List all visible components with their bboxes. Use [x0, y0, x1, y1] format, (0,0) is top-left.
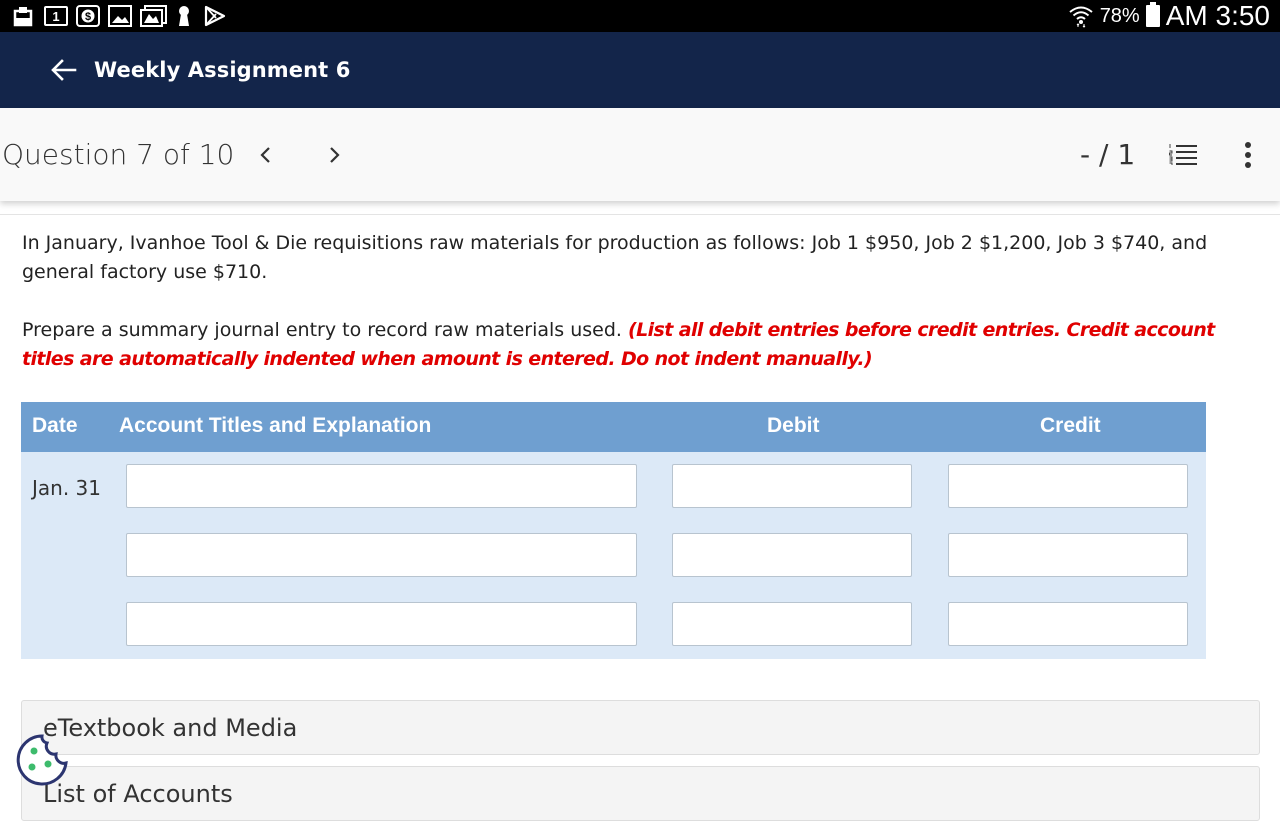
header-credit: Credit — [1040, 414, 1101, 437]
calendar-icon: 1 — [44, 6, 68, 26]
prompt-text: Prepare a summary journal entry to recor… — [22, 319, 629, 341]
play-store-icon — [202, 5, 228, 27]
dot-icon — [1245, 152, 1251, 158]
account-title-input-1[interactable] — [126, 464, 637, 508]
calendar-day: 1 — [52, 8, 60, 24]
more-options-button[interactable] — [1236, 138, 1260, 172]
chevron-right-icon — [330, 147, 340, 163]
etextbook-media-section[interactable]: eTextbook and Media — [21, 700, 1260, 755]
arrow-left-icon — [51, 59, 77, 81]
assignment-title: Weekly Assignment 6 — [94, 58, 351, 82]
dot-icon — [1245, 162, 1251, 168]
header-account: Account Titles and Explanation — [119, 414, 432, 437]
chevron-left-icon — [260, 147, 270, 163]
question-list-button[interactable] — [1166, 138, 1200, 172]
status-bar: 1 $ 78% AM 3:50 — [0, 0, 1280, 32]
credit-input-3[interactable] — [948, 602, 1188, 646]
keyhole-icon — [174, 6, 194, 26]
debit-input-3[interactable] — [672, 602, 912, 646]
cookie-settings-button[interactable] — [15, 733, 69, 787]
wifi-icon — [1068, 4, 1094, 28]
account-title-input-2[interactable] — [126, 533, 637, 577]
battery-icon — [1145, 2, 1160, 27]
clock-time: AM 3:50 — [1165, 0, 1270, 31]
header-debit: Debit — [767, 414, 820, 437]
entry-date: Jan. 31 — [32, 476, 101, 500]
header-date: Date — [32, 414, 78, 437]
next-question-button[interactable] — [318, 138, 352, 172]
question-text: In January, Ivanhoe Tool & Die requisiti… — [22, 232, 1208, 283]
app-bar: Weekly Assignment 6 — [0, 32, 1280, 108]
list-of-accounts-section[interactable]: List of Accounts — [21, 766, 1260, 821]
account-title-input-3[interactable] — [126, 602, 637, 646]
previous-question-button[interactable] — [248, 138, 282, 172]
clipboard-icon — [12, 6, 34, 27]
section-label: eTextbook and Media — [43, 714, 298, 742]
money-icon: $ — [76, 5, 100, 27]
question-score: - / 1 — [1080, 138, 1136, 171]
svg-text:$: $ — [85, 11, 91, 23]
gallery-icon — [140, 5, 168, 27]
section-label: List of Accounts — [43, 780, 233, 808]
question-nav-bar: Question 7 of 10 - / 1 — [0, 108, 1280, 201]
back-button[interactable] — [44, 50, 84, 90]
cookie-icon — [16, 734, 68, 786]
dot-icon — [1245, 142, 1251, 148]
debit-input-1[interactable] — [672, 464, 912, 508]
question-counter: Question 7 of 10 — [2, 138, 235, 171]
credit-input-2[interactable] — [948, 533, 1188, 577]
battery-percent: 78% — [1099, 4, 1140, 27]
numbered-list-icon — [1169, 144, 1197, 165]
credit-input-1[interactable] — [948, 464, 1188, 508]
journal-entry-table: Date Account Titles and Explanation Debi… — [21, 402, 1206, 659]
status-right: 78% AM 3:50 — [1068, 0, 1270, 32]
debit-input-2[interactable] — [672, 533, 912, 577]
question-prompt: Prepare a summary journal entry to recor… — [22, 316, 1262, 374]
image-icon — [108, 5, 132, 27]
table-header: Date Account Titles and Explanation Debi… — [21, 402, 1206, 452]
